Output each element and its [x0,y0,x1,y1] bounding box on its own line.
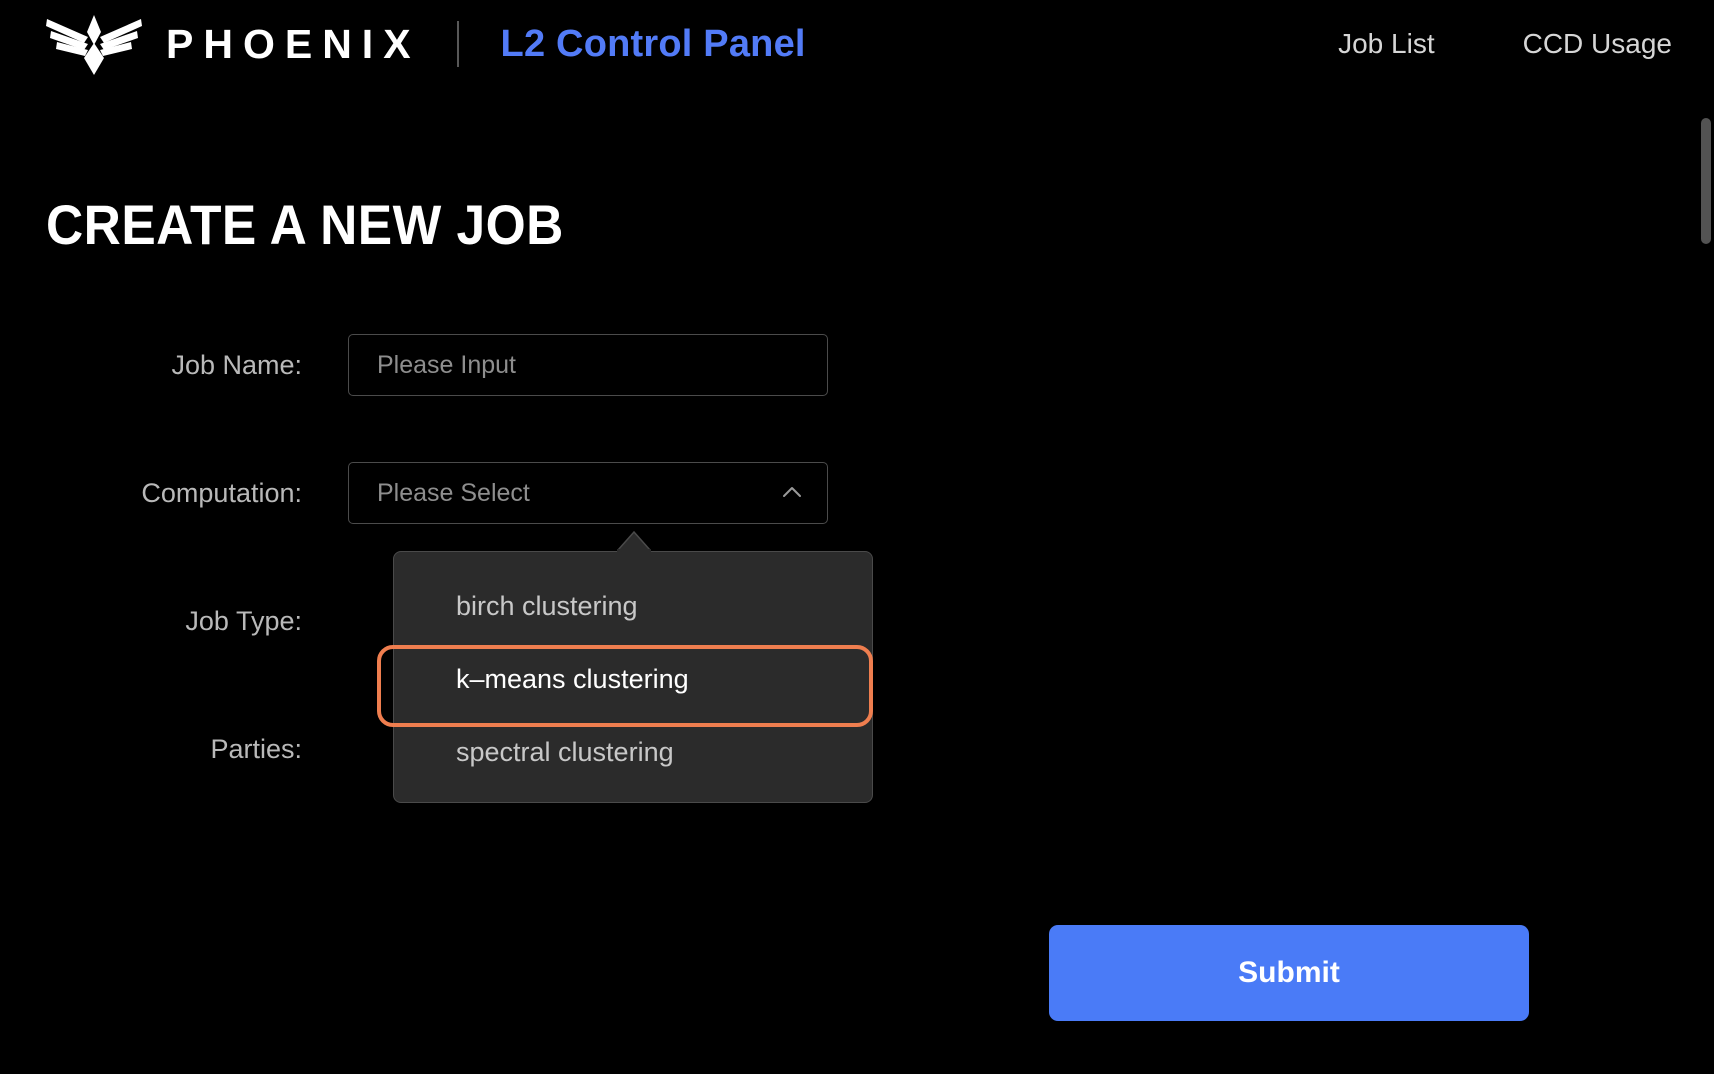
app-root: PHOENIX L2 Control Panel Job List CCD Us… [0,0,1714,1074]
label-job-type: Job Type: [185,605,302,636]
computation-dropdown-menu: birch clustering k–means clustering spec… [393,551,873,803]
brand-divider [456,21,459,67]
job-name-input[interactable] [348,334,828,396]
submit-button[interactable]: Submit [1049,925,1529,1021]
label-job-name: Job Name: [171,349,302,380]
dropdown-option-k-means-clustering[interactable]: k–means clustering [394,643,872,716]
field-row-parties: Parties: [0,718,348,780]
page-title: CREATE A NEW JOB [46,193,564,256]
dropdown-scrollbar-track[interactable] [859,556,869,800]
nav-item-ccd-usage[interactable]: CCD Usage [1523,28,1672,60]
dropdown-scrollbar-thumb[interactable] [1701,118,1711,244]
dropdown-option-spectral-clustering[interactable]: spectral clustering [394,716,872,789]
field-row-computation: Computation: Please Select [0,462,828,524]
panel-title: L2 Control Panel [500,22,806,65]
brand-wordmark: PHOENIX [166,20,421,67]
nav-item-job-list[interactable]: Job List [1338,28,1435,60]
label-computation: Computation: [141,477,302,508]
header-nav: Job List CCD Usage [1338,28,1672,60]
chevron-up-icon[interactable] [779,480,805,506]
dropdown-caret-icon [617,530,651,552]
brand: PHOENIX L2 Control Panel [44,11,806,77]
dropdown-option-birch-clustering[interactable]: birch clustering [394,570,872,643]
phoenix-wings-logo-icon [46,15,142,75]
computation-select-value: Please Select [377,478,530,507]
label-parties: Parties: [210,733,302,764]
computation-select[interactable]: Please Select [348,462,828,524]
field-row-job-name: Job Name: [0,334,828,396]
app-header: PHOENIX L2 Control Panel Job List CCD Us… [0,0,1714,88]
field-row-job-type: Job Type: [0,590,348,652]
